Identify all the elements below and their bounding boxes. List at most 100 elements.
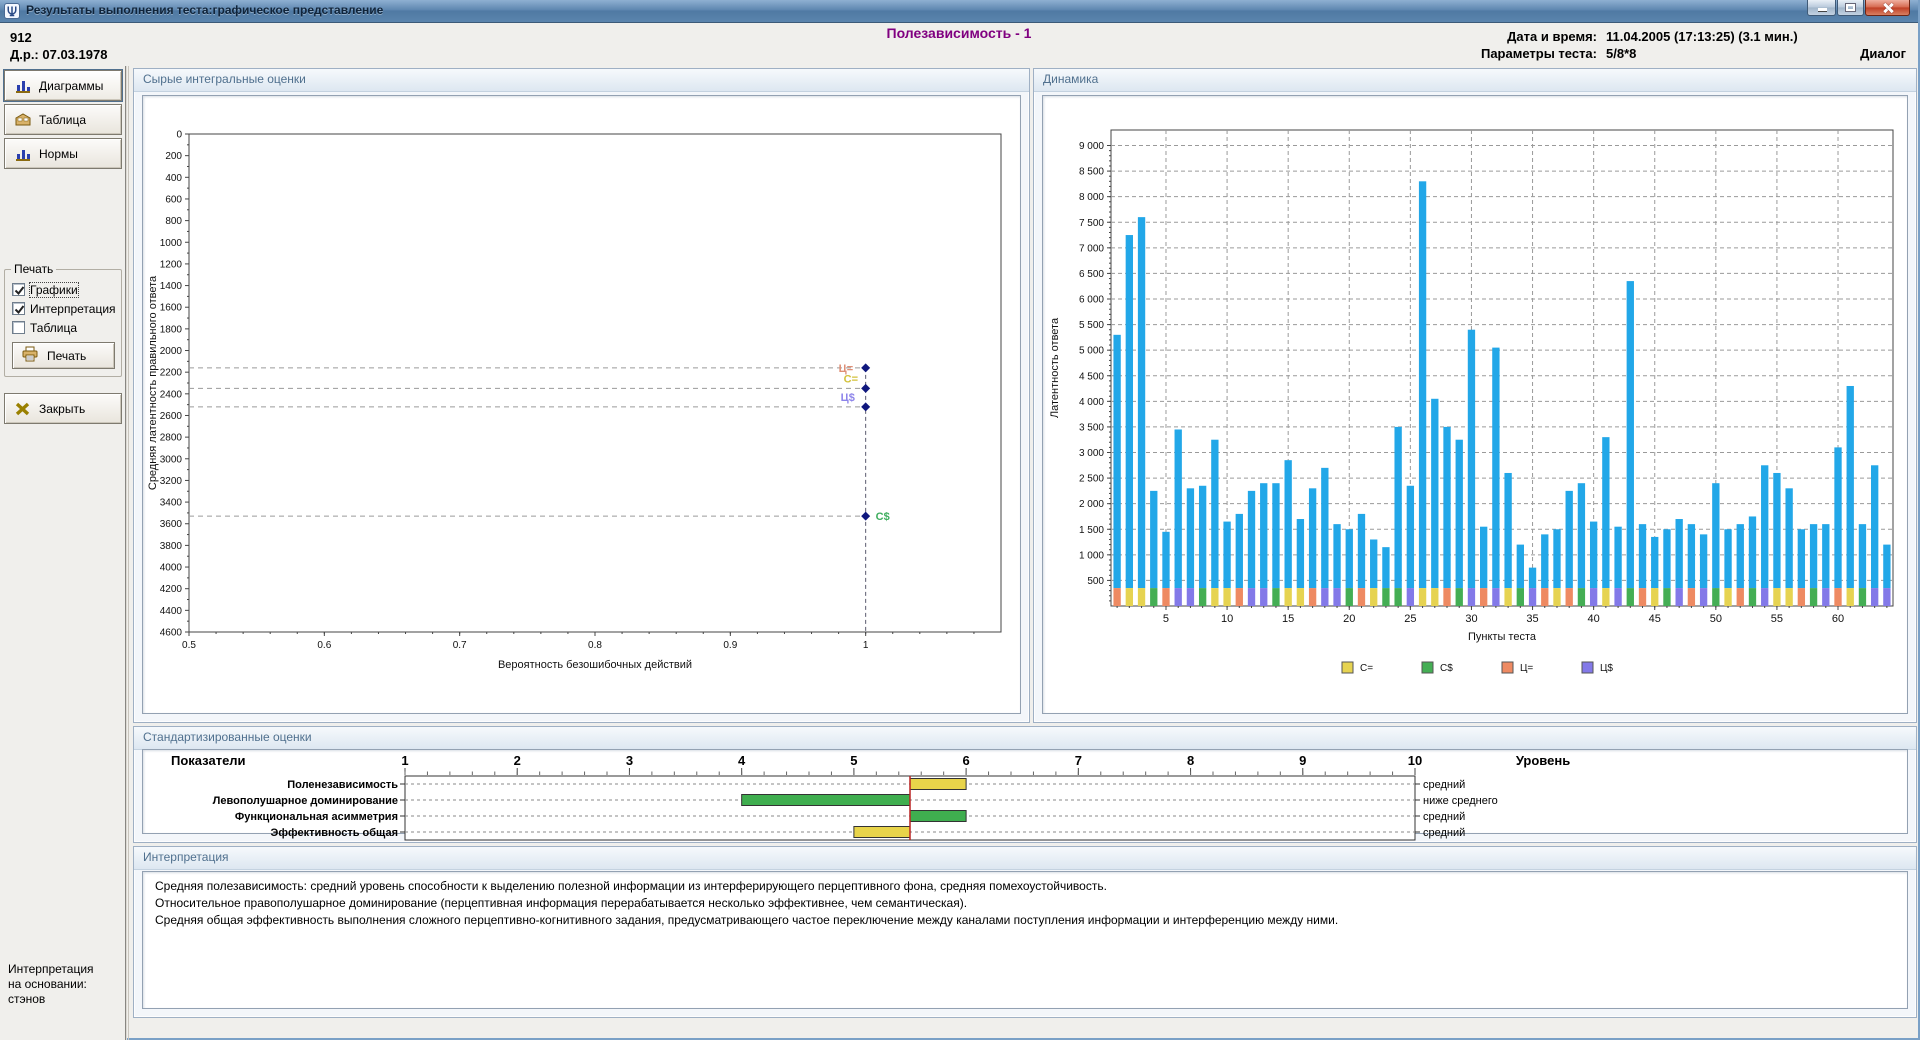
panel-standardized: Стандартизированные оценки ПоказателиУро…	[133, 726, 1917, 843]
svg-text:30: 30	[1465, 613, 1477, 625]
bar-chart-icon	[14, 78, 32, 94]
sidebar-button-table[interactable]: Таблица	[4, 104, 122, 135]
svg-text:3200: 3200	[160, 476, 183, 487]
svg-text:4: 4	[738, 753, 746, 768]
svg-text:500: 500	[1087, 576, 1104, 587]
svg-text:2 000: 2 000	[1079, 499, 1104, 510]
svg-text:2600: 2600	[160, 411, 183, 422]
printer-icon	[21, 346, 39, 365]
test-meta: Дата и время: 11.04.2005 (17:13:25) (3.1…	[1481, 28, 1906, 62]
svg-text:0: 0	[176, 130, 182, 141]
svg-text:0.9: 0.9	[723, 640, 737, 651]
sidebar-button-norms[interactable]: Нормы	[4, 138, 122, 169]
svg-text:4600: 4600	[160, 628, 183, 639]
svg-text:2200: 2200	[160, 368, 183, 379]
bar-chart-icon	[14, 146, 32, 162]
minimize-button[interactable]	[1807, 0, 1836, 16]
params-label: Параметры теста:	[1481, 45, 1597, 62]
svg-text:C=: C=	[1360, 663, 1373, 674]
svg-text:7 000: 7 000	[1079, 243, 1104, 254]
svg-text:3400: 3400	[160, 498, 183, 509]
patient-id: 912	[10, 29, 107, 46]
checkbox-box[interactable]	[12, 321, 25, 334]
svg-text:4200: 4200	[160, 584, 183, 595]
close-button-label: Закрыть	[39, 402, 85, 416]
sidebar-button-diagrams[interactable]: Диаграммы	[4, 70, 122, 101]
svg-text:0.8: 0.8	[588, 640, 602, 651]
svg-text:4 000: 4 000	[1079, 397, 1104, 408]
sidebar-button-label: Таблица	[39, 113, 86, 127]
svg-text:1 500: 1 500	[1079, 525, 1104, 536]
checkbox-graphs[interactable]: Графики	[12, 282, 78, 297]
svg-text:3000: 3000	[160, 454, 183, 465]
dialog-mode-value: Диалог	[1860, 45, 1906, 62]
close-button[interactable]: Закрыть	[4, 393, 122, 424]
checkbox-label: Интерпретация	[30, 302, 116, 316]
interpretation-basis-note: Интерпретация на основании: стэнов	[8, 962, 94, 1007]
svg-text:3800: 3800	[160, 541, 183, 552]
interpretation-line: Средняя полезависимость: средний уровень…	[155, 878, 1895, 895]
panel-interpretation-title: Интерпретация	[134, 847, 1916, 870]
titlebar: Результаты выполнения теста:графическое …	[0, 0, 1918, 23]
checkbox-box[interactable]	[12, 283, 25, 296]
datetime-value: 11.04.2005 (17:13:25) (3.1 мин.)	[1606, 28, 1906, 45]
svg-text:6: 6	[962, 753, 969, 768]
svg-text:Ц$: Ц$	[841, 392, 855, 404]
svg-text:4000: 4000	[160, 563, 183, 574]
svg-text:0.6: 0.6	[317, 640, 331, 651]
sidebar-button-label: Диаграммы	[39, 79, 103, 93]
params-row: 5/8*8 Диалог	[1606, 45, 1906, 62]
patient-info: 912 Д.р.: 07.03.1978	[10, 29, 107, 63]
print-group-title: Печать	[11, 262, 56, 276]
svg-text:ниже среднего: ниже среднего	[1423, 795, 1498, 807]
svg-text:800: 800	[165, 216, 182, 227]
svg-text:8 000: 8 000	[1079, 192, 1104, 203]
svg-text:2800: 2800	[160, 433, 183, 444]
svg-text:4400: 4400	[160, 606, 183, 617]
svg-text:9: 9	[1299, 753, 1306, 768]
svg-text:Вероятность безошибочных дейст: Вероятность безошибочных действий	[498, 659, 692, 671]
svg-text:10: 10	[1408, 753, 1422, 768]
print-group: Печать Графики Интерпретация Таблица	[4, 269, 122, 377]
svg-text:C$: C$	[876, 511, 890, 523]
svg-text:7: 7	[1075, 753, 1082, 768]
window-title: Результаты выполнения теста:графическое …	[26, 3, 383, 17]
svg-text:3600: 3600	[160, 519, 183, 530]
svg-text:600: 600	[165, 194, 182, 205]
dynamics-chart: 5001 0001 5002 0002 5003 0003 5004 0004 …	[1042, 95, 1908, 714]
birth-date: Д.р.: 07.03.1978	[10, 46, 107, 63]
svg-text:C=: C=	[844, 373, 858, 385]
svg-text:6 000: 6 000	[1079, 295, 1104, 306]
svg-text:0.7: 0.7	[453, 640, 467, 651]
panel-dynamics: Динамика 5001 0001 5002 0002 5003 0003 5…	[1033, 68, 1917, 723]
svg-text:1: 1	[401, 753, 408, 768]
svg-text:9 000: 9 000	[1079, 141, 1104, 152]
svg-text:0.5: 0.5	[182, 640, 196, 651]
svg-text:3: 3	[626, 753, 633, 768]
panel-interpretation: Интерпретация Средняя полезависимость: с…	[133, 846, 1917, 1018]
checkbox-box[interactable]	[12, 302, 25, 315]
close-window-button[interactable]	[1865, 0, 1910, 16]
close-icon	[1882, 2, 1894, 14]
svg-text:8 500: 8 500	[1079, 167, 1104, 178]
svg-text:25: 25	[1404, 613, 1416, 625]
svg-text:Пункты теста: Пункты теста	[1468, 631, 1537, 643]
svg-text:55: 55	[1771, 613, 1783, 625]
checkbox-table[interactable]: Таблица	[12, 320, 77, 335]
svg-text:Уровень: Уровень	[1516, 753, 1570, 768]
maximize-button[interactable]	[1837, 0, 1864, 16]
svg-text:2400: 2400	[160, 389, 183, 400]
svg-text:Функциональная асимметрия: Функциональная асимметрия	[235, 811, 398, 823]
panel-dynamics-title: Динамика	[1034, 69, 1916, 92]
svg-text:200: 200	[165, 151, 182, 162]
svg-text:1000: 1000	[160, 238, 183, 249]
checkbox-interpretation[interactable]: Интерпретация	[12, 301, 116, 316]
svg-text:7 500: 7 500	[1079, 218, 1104, 229]
print-button[interactable]: Печать	[12, 342, 115, 369]
minimize-icon	[1818, 8, 1827, 11]
app-window: { "window": { "title": "Результаты выпол…	[0, 0, 1920, 1040]
interpretation-textbox[interactable]: Средняя полезависимость: средний уровень…	[142, 871, 1908, 1009]
maximize-icon	[1846, 4, 1855, 11]
svg-text:5 000: 5 000	[1079, 346, 1104, 357]
svg-text:Средняя латентность правильног: Средняя латентность правильного ответа	[147, 275, 159, 490]
